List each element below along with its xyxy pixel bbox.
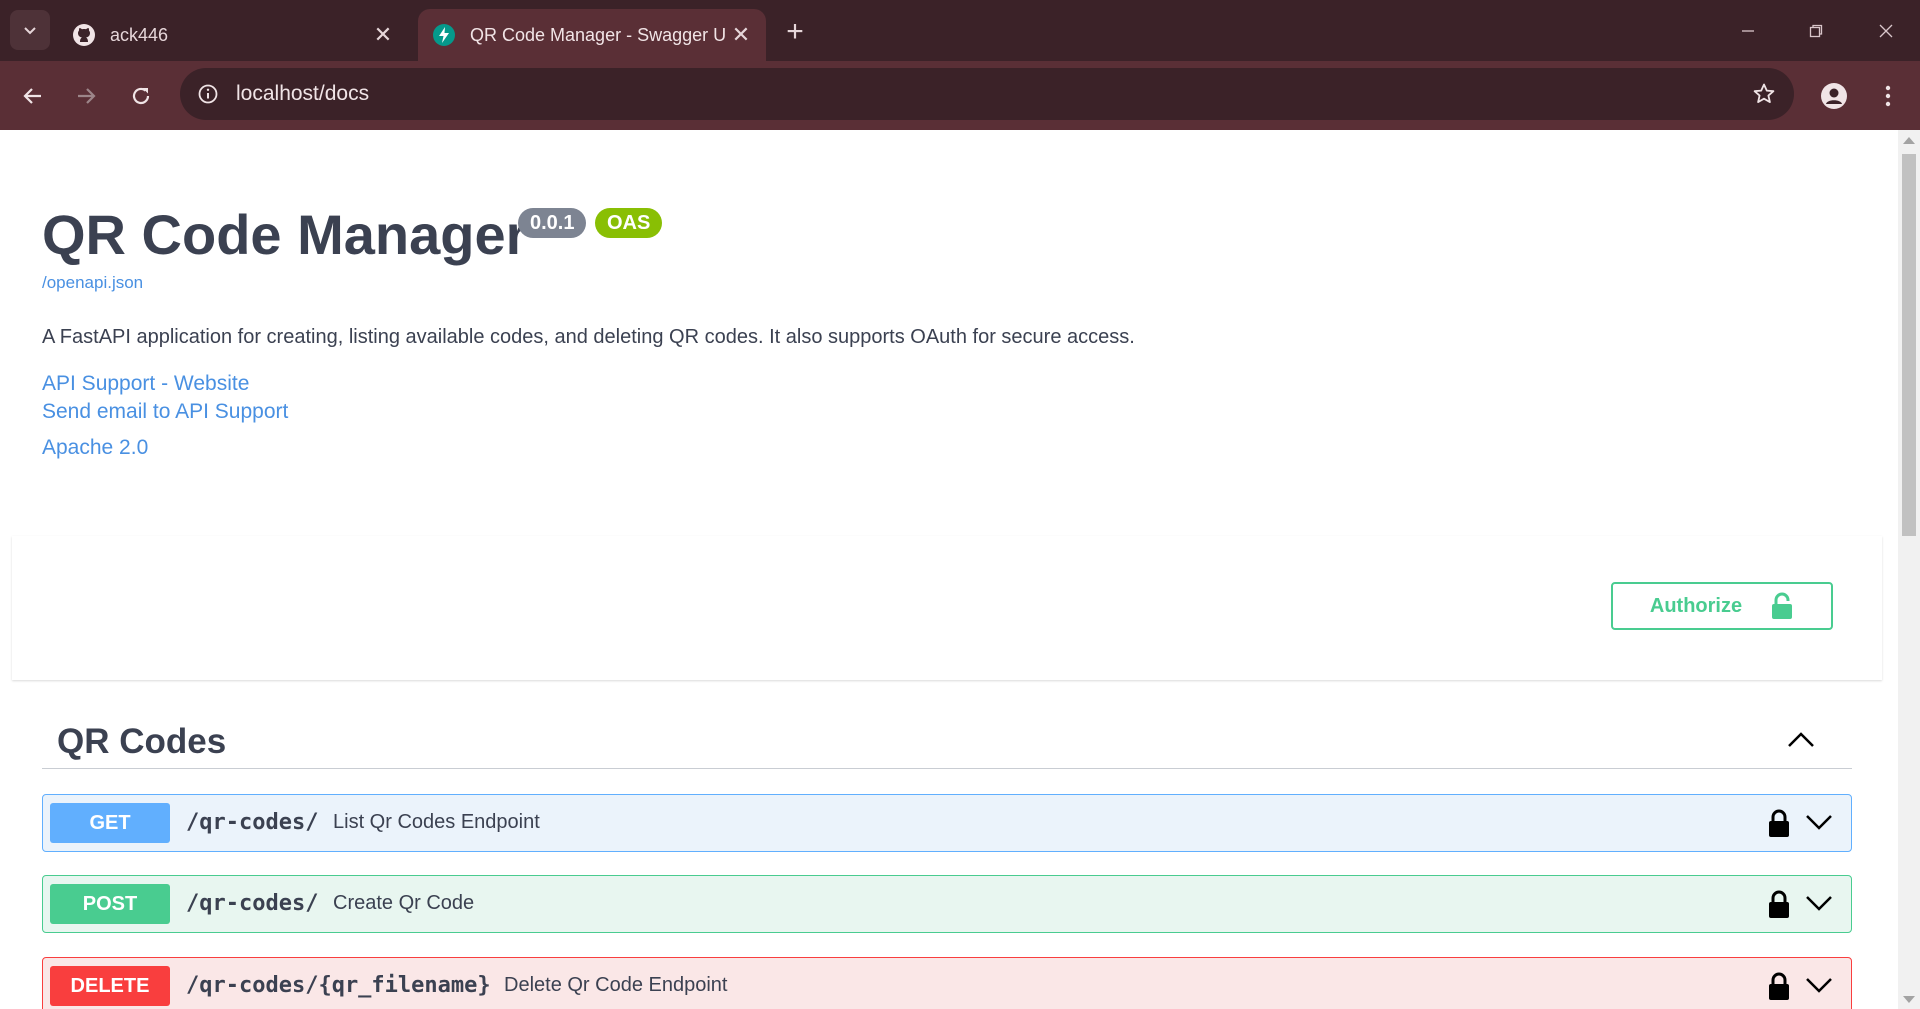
support-email-link[interactable]: Send email to API Support (42, 400, 288, 424)
scroll-up-arrow-icon[interactable] (1903, 137, 1915, 144)
lock-icon[interactable] (1767, 808, 1791, 838)
operation-path: /qr-codes/{qr_filename} (186, 973, 491, 998)
operation-summary: List Qr Codes Endpoint (333, 811, 540, 833)
operation-post-qr-codes[interactable]: POST /qr-codes/ Create Qr Code (42, 875, 1852, 933)
close-tab-icon[interactable]: ✕ (368, 20, 398, 50)
oas-badge: OAS 3.1 (595, 208, 663, 264)
browser-menu-button[interactable] (1868, 76, 1908, 116)
operation-summary: Create Qr Code (333, 892, 475, 914)
reload-icon (132, 87, 150, 105)
arrow-right-icon (78, 88, 96, 104)
browser-tab-bar: ack446 ✕ QR Code Manager - Swagger UI ✕ … (0, 0, 1920, 61)
scrollbar-thumb[interactable] (1902, 154, 1916, 536)
openapi-json-link[interactable]: /openapi.json (42, 273, 143, 293)
tag-section-header[interactable]: QR Codes (42, 712, 1852, 769)
site-info-icon[interactable] (192, 78, 224, 110)
version-badge: 0.0.1 (518, 208, 587, 238)
chevron-down-icon (24, 27, 36, 35)
tab-github[interactable]: ack446 ✕ (58, 9, 408, 61)
chevron-down-icon[interactable] (1805, 975, 1833, 995)
lock-icon[interactable] (1767, 889, 1791, 919)
tab-title: QR Code Manager - Swagger UI (470, 24, 726, 45)
chevron-up-icon[interactable] (1786, 728, 1816, 752)
license-link[interactable]: Apache 2.0 (42, 436, 148, 460)
fastapi-icon (432, 23, 456, 47)
avatar-icon (1821, 83, 1847, 109)
forward-button[interactable] (66, 76, 106, 116)
scroll-down-arrow-icon[interactable] (1903, 996, 1915, 1003)
operation-path: /qr-codes/ (186, 810, 319, 835)
unlocked-icon (1772, 592, 1793, 619)
browser-toolbar: localhost/docs (0, 61, 1920, 130)
close-window-button[interactable] (1852, 0, 1920, 61)
method-badge: DELETE (50, 966, 170, 1006)
tag-name: QR Codes (57, 722, 227, 761)
restore-button[interactable] (1782, 0, 1850, 61)
method-badge: POST (50, 884, 170, 924)
address-bar[interactable]: localhost/docs (180, 68, 1794, 120)
authorize-label: Authorize (1649, 594, 1743, 617)
authorize-button[interactable]: Authorize (1611, 582, 1833, 630)
chevron-down-icon[interactable] (1805, 893, 1833, 913)
close-icon (1879, 24, 1893, 37)
api-description: A FastAPI application for creating, list… (42, 326, 1135, 348)
page-scrollbar[interactable] (1898, 130, 1920, 1009)
operation-delete-qr-code[interactable]: DELETE /qr-codes/{qr_filename} Delete Qr… (42, 957, 1852, 1009)
operation-path: /qr-codes/ (186, 891, 319, 916)
arrow-left-icon (23, 88, 41, 104)
more-vertical-icon (1885, 85, 1891, 107)
chevron-down-icon[interactable] (1805, 812, 1833, 832)
operation-summary: Delete Qr Code Endpoint (504, 974, 728, 996)
minimize-button[interactable] (1714, 0, 1782, 61)
profile-button[interactable] (1814, 76, 1854, 116)
github-icon (72, 23, 96, 47)
tab-swagger[interactable]: QR Code Manager - Swagger UI ✕ (418, 9, 766, 61)
close-tab-icon[interactable]: ✕ (726, 20, 756, 50)
method-badge: GET (50, 803, 170, 843)
scheme-container: Authorize (12, 536, 1882, 680)
page-title: QR Code Manager (42, 203, 528, 266)
page-viewport: QR Code Manager 0.0.1 OAS 3.1 /openapi.j… (0, 130, 1898, 1009)
tab-title: ack446 (110, 24, 169, 45)
tab-search-button[interactable] (10, 10, 50, 50)
minimize-icon (1742, 29, 1754, 32)
reload-button[interactable] (121, 76, 161, 116)
back-button[interactable] (13, 76, 53, 116)
bookmark-star-icon[interactable] (1748, 78, 1780, 110)
operation-get-qr-codes[interactable]: GET /qr-codes/ List Qr Codes Endpoint (42, 794, 1852, 852)
new-tab-button[interactable]: + (776, 13, 814, 51)
plus-icon: + (786, 15, 804, 48)
support-website-link[interactable]: API Support - Website (42, 372, 249, 396)
restore-icon (1809, 24, 1823, 37)
lock-icon[interactable] (1767, 971, 1791, 1001)
address-url[interactable]: localhost/docs (236, 68, 369, 120)
